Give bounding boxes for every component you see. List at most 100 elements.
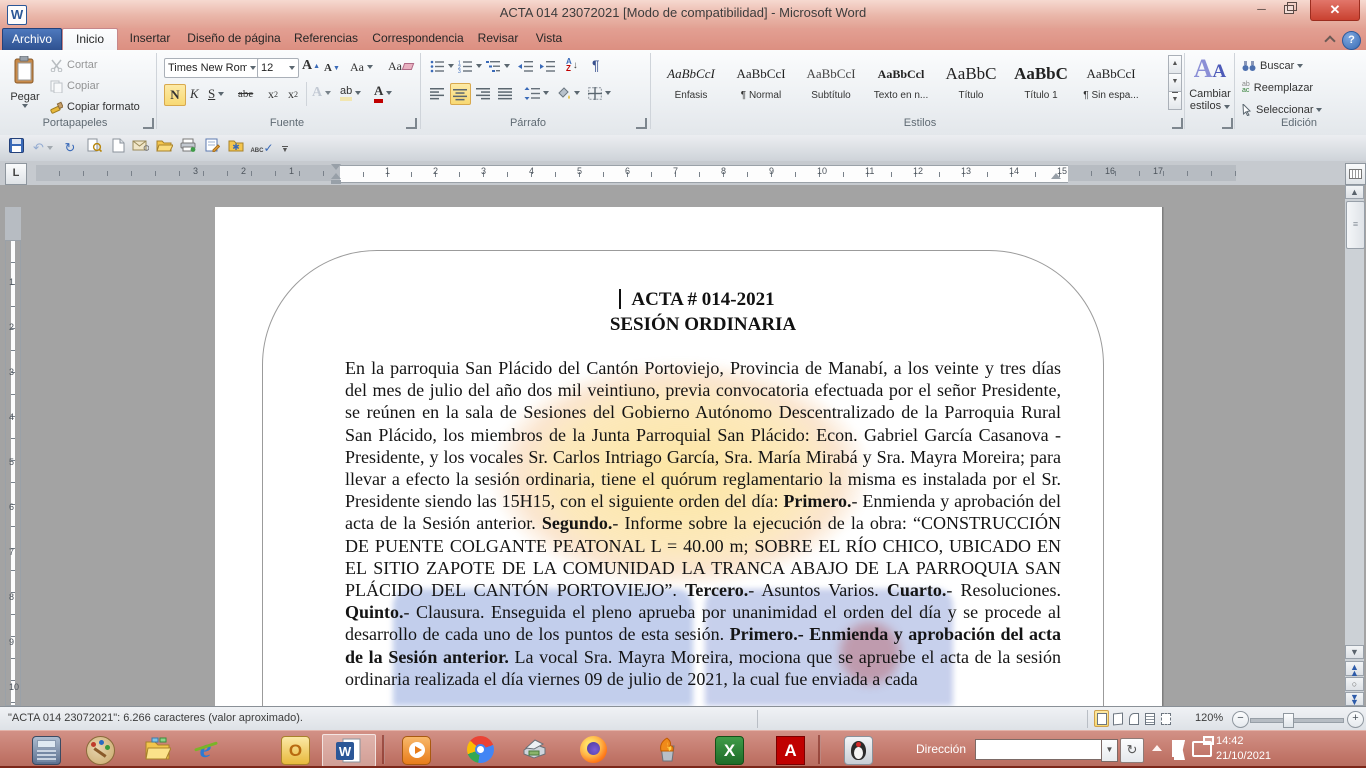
bullets-button[interactable]	[428, 56, 456, 76]
copy-button[interactable]: Copiar	[48, 76, 101, 96]
taskbar-firefox-icon[interactable]	[574, 734, 614, 765]
save-icon[interactable]	[6, 138, 26, 158]
text-highlight-button[interactable]: ab	[338, 83, 363, 103]
tab-archivo[interactable]: Archivo	[2, 28, 62, 51]
font-size-combo[interactable]: 12	[257, 58, 299, 78]
taskbar-scanner-icon[interactable]	[515, 734, 555, 765]
taskbar-file-explorer-icon[interactable]	[138, 734, 178, 765]
view-ruler-toggle-icon[interactable]	[1345, 163, 1366, 185]
style-2[interactable]: AaBbCcI¶ Normal	[728, 55, 794, 110]
show-paragraph-marks-button[interactable]: ¶	[590, 55, 602, 75]
tab-selector-button[interactable]: L	[5, 163, 27, 185]
close-button[interactable]: ✕	[1310, 0, 1360, 21]
styles-scroll-down-icon[interactable]: ▼	[1168, 74, 1182, 92]
scrollbar-thumb[interactable]: ≡	[1346, 201, 1365, 249]
address-input[interactable]	[975, 739, 1108, 760]
tab-insertar[interactable]: Insertar	[120, 28, 180, 50]
paste-button[interactable]: Pegar	[6, 54, 44, 112]
clipboard-dialog-launcher-icon[interactable]	[143, 118, 154, 129]
taskbar-excel-icon[interactable]: X	[709, 734, 749, 765]
zoom-slider-track[interactable]	[1250, 718, 1344, 723]
style-6[interactable]: AaBbCTítulo 1	[1008, 55, 1074, 110]
address-dropdown-icon[interactable]: ▼	[1101, 739, 1118, 762]
replace-button[interactable]: abac Reemplazar	[1240, 78, 1315, 98]
next-page-icon[interactable]: ▼▼	[1345, 692, 1364, 706]
style-4[interactable]: AaBbCclTexto en n...	[868, 55, 934, 110]
find-button[interactable]: Buscar	[1240, 56, 1305, 76]
scroll-down-icon[interactable]: ▼	[1345, 645, 1364, 659]
paragraph-dialog-launcher-icon[interactable]	[636, 118, 647, 129]
text-effects-button[interactable]: A	[310, 83, 333, 103]
previous-page-icon[interactable]: ▲▲	[1345, 661, 1364, 676]
font-family-combo[interactable]: Times New Rom	[164, 58, 260, 78]
taskbar-paint-icon[interactable]	[80, 734, 120, 765]
ruler-right-margin[interactable]	[1068, 165, 1236, 181]
mail-attach-icon[interactable]	[130, 138, 150, 158]
vertical-scrollbar[interactable]: ▲ ≡ ▼ ▲▲ ○ ▼▼	[1345, 185, 1364, 706]
change-styles-button[interactable]: AA Cambiarestilos	[1188, 54, 1232, 114]
subscript-button[interactable]: x2	[266, 84, 280, 104]
style-7[interactable]: AaBbCcI¶ Sin espa...	[1078, 55, 1144, 110]
zoom-in-icon[interactable]: +	[1347, 711, 1364, 728]
scroll-up-icon[interactable]: ▲	[1345, 185, 1364, 199]
grow-font-button[interactable]: A▲	[300, 56, 322, 76]
print-layout-view-icon[interactable]	[1094, 710, 1109, 727]
align-left-button[interactable]	[428, 83, 447, 103]
ruler-text-area[interactable]	[340, 165, 1068, 183]
strikethrough-button[interactable]: abe	[236, 84, 255, 104]
taskbar-java-icon[interactable]	[838, 734, 878, 765]
show-hidden-icons-chevron[interactable]	[1152, 745, 1162, 751]
tab-correspondencia[interactable]: Correspondencia	[368, 28, 468, 50]
change-styles-dialog-launcher-icon[interactable]	[1222, 118, 1233, 129]
styles-scroll-up-icon[interactable]: ▲	[1168, 55, 1182, 74]
change-case-button[interactable]: Aa	[348, 57, 375, 77]
hanging-indent-marker[interactable]	[331, 173, 341, 184]
action-center-flag-icon[interactable]	[1172, 740, 1174, 757]
cut-button[interactable]: Cortar	[48, 55, 100, 75]
minimize-button[interactable]: ─	[1248, 0, 1275, 20]
open-folder-icon[interactable]	[154, 138, 174, 158]
taskbar-calculator-icon[interactable]	[26, 734, 66, 765]
zoom-level-label[interactable]: 120%	[1195, 712, 1223, 724]
numbering-button[interactable]: 123	[456, 56, 484, 76]
spelling-check-icon[interactable]: ABC✓	[250, 138, 274, 158]
tab-inicio[interactable]: Inicio	[62, 28, 118, 51]
style-5[interactable]: AaBbCTítulo	[938, 55, 1004, 110]
tab-vista[interactable]: Vista	[528, 28, 570, 50]
taskbar-word-icon-active[interactable]: W	[322, 734, 376, 767]
decrease-indent-button[interactable]	[516, 56, 535, 76]
help-icon[interactable]: ?	[1342, 31, 1361, 50]
font-dialog-launcher-icon[interactable]	[406, 118, 417, 129]
document-title[interactable]: ACTA # 014-2021 SESIÓN ORDINARIA	[345, 287, 1061, 337]
superscript-button[interactable]: x2	[286, 84, 300, 104]
zoom-out-icon[interactable]: −	[1232, 711, 1249, 728]
draft-view-icon[interactable]	[1158, 710, 1173, 727]
underline-button[interactable]: S	[206, 84, 226, 104]
multilevel-list-button[interactable]	[484, 56, 512, 76]
character-count-text[interactable]: "ACTA 014 23072021": 6.266 caracteres (v…	[8, 712, 303, 724]
italic-button[interactable]: K	[188, 84, 201, 104]
document-page[interactable]: ACTA # 014-2021 SESIÓN ORDINARIA En la p…	[215, 207, 1162, 706]
shrink-font-button[interactable]: A▼	[322, 58, 342, 78]
print-preview-icon[interactable]	[84, 138, 104, 158]
full-screen-reading-view-icon[interactable]	[1110, 710, 1125, 727]
first-line-indent-marker[interactable]	[331, 164, 341, 170]
tab-referencias[interactable]: Referencias	[288, 28, 364, 50]
style-1[interactable]: AaBbCcIÉnfasis	[658, 55, 724, 110]
address-go-icon[interactable]: ↻	[1120, 738, 1144, 763]
taskbar-clock[interactable]: 14:42 21/10/2021	[1216, 734, 1306, 764]
shading-button[interactable]	[554, 83, 582, 103]
network-icon[interactable]	[1192, 741, 1212, 757]
borders-button[interactable]	[586, 83, 613, 103]
ruler-left-margin[interactable]	[36, 165, 340, 181]
restore-button[interactable]	[1276, 0, 1303, 20]
taskbar-recycle-burn-icon[interactable]	[648, 734, 688, 765]
edit-document-icon[interactable]	[202, 138, 222, 158]
font-color-button[interactable]: A	[372, 83, 394, 103]
select-browse-object-icon[interactable]: ○	[1345, 677, 1364, 691]
print-icon[interactable]	[178, 138, 198, 158]
format-painter-button[interactable]: Copiar formato	[48, 97, 142, 117]
zoom-slider-thumb[interactable]	[1283, 713, 1294, 728]
taskbar-media-player-icon[interactable]	[396, 734, 436, 765]
undo-icon[interactable]: ↶	[30, 138, 56, 158]
